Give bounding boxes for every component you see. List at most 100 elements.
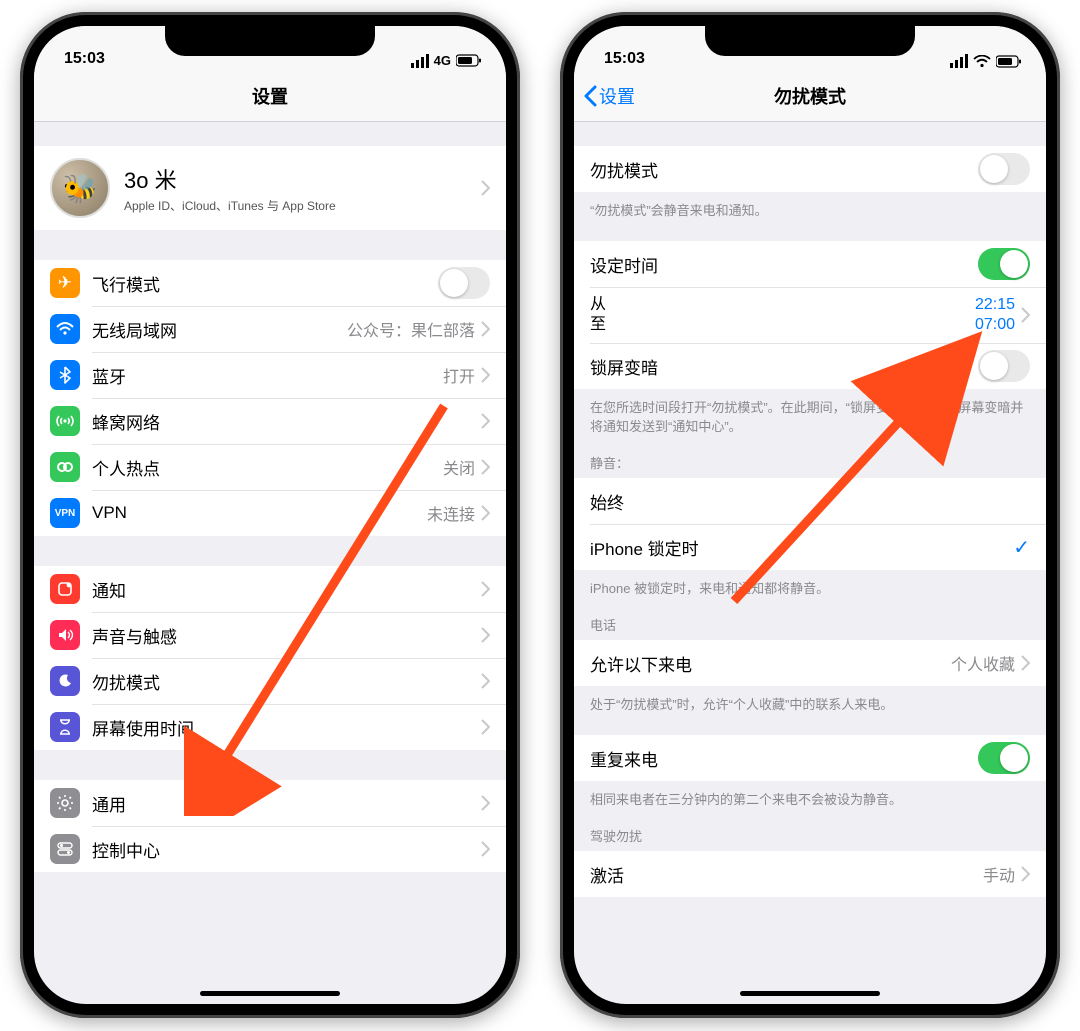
page-title: 设置 bbox=[252, 83, 288, 109]
chevron-right-icon bbox=[1021, 307, 1030, 323]
notifications-icon bbox=[50, 574, 80, 604]
hotspot-label: 个人热点 bbox=[92, 455, 443, 480]
repeat-calls-row[interactable]: 重复来电 bbox=[574, 735, 1046, 781]
screentime-row[interactable]: 屏幕使用时间 bbox=[34, 704, 506, 750]
profile-name: 3o 米 bbox=[124, 163, 481, 195]
dnd-footer: “勿扰模式”会静音来电和通知。 bbox=[574, 192, 1046, 219]
notifications-row[interactable]: 通知 bbox=[34, 566, 506, 612]
status-time: 15:03 bbox=[64, 50, 105, 68]
chevron-right-icon bbox=[481, 505, 490, 521]
bluetooth-icon bbox=[50, 360, 80, 390]
locked-footer: iPhone 被锁定时，来电和通知都将静音。 bbox=[574, 570, 1046, 597]
bluetooth-row[interactable]: 蓝牙 打开 bbox=[34, 352, 506, 398]
chevron-right-icon bbox=[481, 795, 490, 811]
dim-toggle[interactable] bbox=[978, 350, 1030, 382]
repeat-toggle[interactable] bbox=[978, 742, 1030, 774]
chevron-right-icon bbox=[481, 581, 490, 597]
nav-header: 设置 勿扰模式 bbox=[574, 70, 1046, 122]
chevron-right-icon bbox=[1021, 866, 1030, 882]
to-value: 07:00 bbox=[975, 315, 1015, 335]
dnd-label: 勿扰模式 bbox=[92, 669, 481, 694]
check-icon: ✓ bbox=[1013, 535, 1030, 560]
notch bbox=[165, 26, 375, 56]
dim-footer: 在您所选时间段打开“勿扰模式”。在此期间，“锁屏变暗”会使锁定屏幕变暗并将通知发… bbox=[574, 389, 1046, 435]
dim-label: 锁屏变暗 bbox=[590, 354, 978, 379]
wifi-label: 无线局域网 bbox=[92, 317, 347, 342]
control-center-label: 控制中心 bbox=[92, 837, 481, 862]
hotspot-value: 关闭 bbox=[443, 455, 475, 479]
back-button[interactable]: 设置 bbox=[584, 83, 635, 109]
chevron-right-icon bbox=[481, 841, 490, 857]
chevron-right-icon bbox=[1021, 655, 1030, 671]
from-value: 22:15 bbox=[975, 295, 1015, 315]
scheduled-row[interactable]: 设定时间 bbox=[574, 241, 1046, 287]
hourglass-icon bbox=[50, 712, 80, 742]
general-row[interactable]: 通用 bbox=[34, 780, 506, 826]
hotspot-icon bbox=[50, 452, 80, 482]
cellular-label: 蜂窝网络 bbox=[92, 409, 481, 434]
back-label: 设置 bbox=[599, 83, 635, 109]
chevron-right-icon bbox=[481, 321, 490, 337]
wifi-icon bbox=[973, 55, 991, 68]
dnd-toggle-label: 勿扰模式 bbox=[590, 157, 978, 182]
wifi-icon bbox=[50, 314, 80, 344]
sounds-row[interactable]: 声音与触感 bbox=[34, 612, 506, 658]
phone-left: 15:03 4G 设置 🐝 3o 米 Apple ID、iCloud、iTune… bbox=[20, 12, 520, 1018]
chevron-right-icon bbox=[481, 413, 490, 429]
cellular-row[interactable]: 蜂窝网络 bbox=[34, 398, 506, 444]
silence-always-row[interactable]: 始终 bbox=[574, 478, 1046, 524]
activate-row[interactable]: 激活 手动 bbox=[574, 851, 1046, 897]
gear-icon bbox=[50, 788, 80, 818]
sounds-label: 声音与触感 bbox=[92, 623, 481, 648]
wifi-row[interactable]: 无线局域网 公众号：果仁部落 bbox=[34, 306, 506, 352]
phone-header: 电话 bbox=[574, 597, 1046, 640]
toggles-icon bbox=[50, 834, 80, 864]
allow-footer: 处于“勿扰模式”时，允许“个人收藏”中的联系人来电。 bbox=[574, 686, 1046, 713]
dnd-row[interactable]: 勿扰模式 bbox=[34, 658, 506, 704]
airplane-toggle[interactable] bbox=[438, 267, 490, 299]
screentime-label: 屏幕使用时间 bbox=[92, 715, 481, 740]
profile-row[interactable]: 🐝 3o 米 Apple ID、iCloud、iTunes 与 App Stor… bbox=[34, 146, 506, 230]
bluetooth-label: 蓝牙 bbox=[92, 363, 443, 388]
wifi-value: 公众号：果仁部落 bbox=[347, 317, 475, 341]
bluetooth-value: 打开 bbox=[443, 363, 475, 387]
airplane-icon: ✈ bbox=[50, 268, 80, 298]
chevron-right-icon bbox=[481, 367, 490, 383]
from-label: 从 bbox=[590, 295, 975, 315]
chevron-right-icon bbox=[481, 180, 490, 196]
control-center-row[interactable]: 控制中心 bbox=[34, 826, 506, 872]
notch bbox=[705, 26, 915, 56]
activate-label: 激活 bbox=[590, 862, 983, 887]
home-indicator[interactable] bbox=[740, 991, 880, 996]
sound-icon bbox=[50, 620, 80, 650]
repeat-calls-label: 重复来电 bbox=[590, 746, 978, 771]
battery-icon bbox=[456, 54, 482, 67]
scheduled-toggle[interactable] bbox=[978, 248, 1030, 280]
to-label: 至 bbox=[590, 315, 975, 335]
silence-locked-row[interactable]: iPhone 锁定时 ✓ bbox=[574, 524, 1046, 570]
notifications-label: 通知 bbox=[92, 577, 481, 602]
signal-icon bbox=[950, 54, 968, 68]
status-time: 15:03 bbox=[604, 50, 645, 68]
profile-sub: Apple ID、iCloud、iTunes 与 App Store bbox=[124, 197, 481, 214]
phone-right: 15:03 设置 勿扰模式 勿扰模式 bbox=[560, 12, 1060, 1018]
vpn-row[interactable]: VPN VPN 未连接 bbox=[34, 490, 506, 536]
repeat-footer: 相同来电者在三分钟内的第二个来电不会被设为静音。 bbox=[574, 781, 1046, 808]
chevron-right-icon bbox=[481, 627, 490, 643]
airplane-row[interactable]: ✈ 飞行模式 bbox=[34, 260, 506, 306]
activate-value: 手动 bbox=[983, 862, 1015, 886]
page-title: 勿扰模式 bbox=[774, 83, 846, 109]
silence-locked-label: iPhone 锁定时 bbox=[590, 535, 1013, 560]
vpn-icon: VPN bbox=[50, 498, 80, 528]
scheduled-label: 设定时间 bbox=[590, 252, 978, 277]
dim-row[interactable]: 锁屏变暗 bbox=[574, 343, 1046, 389]
dnd-toggle-row[interactable]: 勿扰模式 bbox=[574, 146, 1046, 192]
allow-calls-row[interactable]: 允许以下来电 个人收藏 bbox=[574, 640, 1046, 686]
home-indicator[interactable] bbox=[200, 991, 340, 996]
dnd-toggle[interactable] bbox=[978, 153, 1030, 185]
hotspot-row[interactable]: 个人热点 关闭 bbox=[34, 444, 506, 490]
chevron-right-icon bbox=[481, 673, 490, 689]
network-label: 4G bbox=[434, 53, 451, 68]
time-row[interactable]: 从 至 22:15 07:00 bbox=[574, 287, 1046, 343]
silence-always-label: 始终 bbox=[590, 489, 1030, 514]
